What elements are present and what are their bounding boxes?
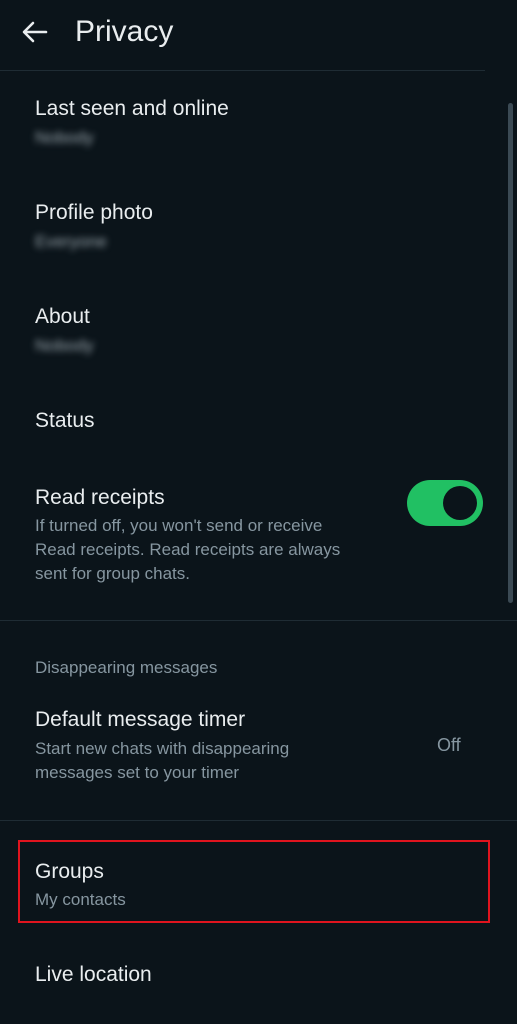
top-app-bar: Privacy: [0, 0, 517, 70]
status-title: Status: [35, 409, 95, 432]
default-timer-description-line-2: messages set to your timer: [35, 763, 240, 782]
groups-highlight-box: [18, 840, 490, 923]
live-location-setting[interactable]: Live location: [0, 945, 517, 1015]
read-receipts-description-line-2: Read receipts. Read receipts are always: [35, 540, 341, 559]
read-receipts-toggle[interactable]: [407, 480, 483, 526]
live-location-title: Live location: [35, 963, 152, 986]
default-timer-description-line-1: Start new chats with disappearing: [35, 739, 290, 758]
disappearing-messages-header: Disappearing messages: [35, 658, 218, 677]
back-arrow-icon[interactable]: [20, 17, 50, 47]
profile-photo-setting[interactable]: Profile photo Everyone: [0, 182, 517, 280]
read-receipts-title: Read receipts: [35, 486, 165, 509]
last-seen-title: Last seen and online: [35, 97, 229, 120]
last-seen-value: Nobody: [35, 128, 94, 147]
section-divider: [0, 620, 517, 621]
toggle-knob: [443, 486, 477, 520]
default-timer-title: Default message timer: [35, 708, 246, 731]
header-divider: [0, 70, 485, 71]
about-value: Nobody: [35, 336, 94, 355]
status-setting[interactable]: Status: [0, 390, 517, 460]
read-receipts-description-line-3: sent for group chats.: [35, 564, 190, 583]
about-setting[interactable]: About Nobody: [0, 286, 517, 384]
page-title: Privacy: [75, 15, 174, 48]
profile-photo-value: Everyone: [35, 232, 107, 251]
last-seen-setting[interactable]: Last seen and online Nobody: [0, 78, 517, 176]
section-divider: [0, 820, 517, 821]
default-timer-value: Off: [437, 735, 461, 755]
profile-photo-title: Profile photo: [35, 201, 153, 224]
about-title: About: [35, 305, 90, 328]
read-receipts-description-line-1: If turned off, you won't send or receive: [35, 516, 323, 535]
